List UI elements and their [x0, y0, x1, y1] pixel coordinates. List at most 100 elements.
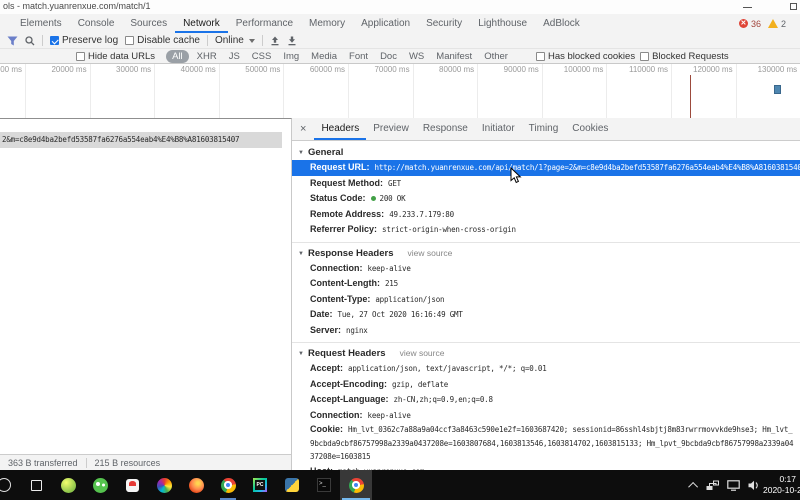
header-row-accept-encoding-: Accept-Encoding:gzip, deflate — [292, 377, 800, 393]
taskbar-app-chrome[interactable] — [212, 470, 244, 500]
header-row-connection-: Connection:keep-alive — [292, 261, 800, 277]
error-icon: ✕ — [739, 19, 748, 28]
filter-pill-font[interactable]: Font — [345, 51, 372, 62]
minimize-button[interactable] — [743, 7, 752, 8]
resources-summary: 215 B resources — [87, 458, 169, 468]
maximize-button[interactable] — [790, 3, 797, 10]
details-tab-response[interactable]: Response — [416, 118, 475, 140]
details-tab-initiator[interactable]: Initiator — [475, 118, 522, 140]
disable-cache-checkbox[interactable]: Disable cache — [125, 35, 200, 46]
checkbox-unchecked-icon — [536, 52, 545, 61]
details-tab-cookies[interactable]: Cookies — [565, 118, 615, 140]
window-title: ols - match.yuanrenxue.com/match/1 — [3, 1, 151, 11]
throttling-dropdown[interactable]: Online — [215, 35, 255, 46]
filter-pill-media[interactable]: Media — [307, 51, 341, 62]
header-name: Content-Type: — [310, 294, 370, 304]
header-row-server-: Server:nginx — [292, 323, 800, 339]
network-tray-icon[interactable] — [706, 480, 719, 491]
filter-pill-img[interactable]: Img — [279, 51, 303, 62]
details-tab-headers[interactable]: Headers — [314, 118, 366, 140]
cortana-search-button[interactable] — [0, 470, 20, 500]
taskbar-app-firefox[interactable] — [180, 470, 212, 500]
taskbar-clock-time[interactable]: 0:17 — [763, 474, 796, 484]
console-badges[interactable]: ✕ 36 2 — [739, 19, 800, 29]
filter-pill-ws[interactable]: WS — [405, 51, 428, 62]
tab-adblock[interactable]: AdBlock — [535, 14, 588, 33]
header-name: Accept: — [310, 363, 343, 373]
preserve-log-checkbox[interactable]: Preserve log — [50, 35, 118, 46]
hide-data-urls-checkbox[interactable]: Hide data URLs — [76, 51, 155, 62]
header-row-request-url: Request URL:http://match.yuanrenxue.com/… — [292, 160, 800, 176]
header-value: 215 — [385, 279, 398, 288]
taskbar-clock-date[interactable]: 2020-10-2 — [763, 485, 800, 495]
preserve-log-label: Preserve log — [62, 35, 118, 46]
devtools-tabs: ElementsConsoleSourcesNetworkPerformance… — [12, 14, 588, 33]
tab-console[interactable]: Console — [70, 14, 123, 33]
section-divider — [292, 242, 800, 243]
header-row-request-method: Request Method:GET — [292, 176, 800, 192]
filter-pill-other[interactable]: Other — [480, 51, 512, 62]
taskbar-app-chrome-active[interactable] — [340, 470, 372, 500]
tab-application[interactable]: Application — [353, 14, 418, 33]
terminal-icon — [317, 478, 331, 492]
window-titlebar: ols - match.yuanrenxue.com/match/1 — [0, 0, 800, 15]
task-view-button[interactable] — [20, 470, 52, 500]
tab-security[interactable]: Security — [418, 14, 470, 33]
search-icon[interactable] — [25, 36, 35, 46]
volume-tray-icon[interactable] — [748, 480, 760, 491]
header-name: Status Code: — [310, 193, 366, 203]
header-value: keep-alive — [368, 264, 411, 273]
header-row-content-length-: Content-Length:215 — [292, 276, 800, 292]
taskbar-app-redwhite[interactable] — [116, 470, 148, 500]
header-row-cookie-: Cookie:Hm_lvt_0362c7a88a9a04ccf3a8463c59… — [292, 423, 800, 464]
chrome-icon — [349, 478, 364, 493]
taskbar-app-green[interactable] — [52, 470, 84, 500]
taskbar-app-colorwheel[interactable] — [148, 470, 180, 500]
general-section-title[interactable]: ▼General — [292, 144, 800, 160]
taskbar-app-python[interactable] — [276, 470, 308, 500]
tab-memory[interactable]: Memory — [301, 14, 353, 33]
toolbar-separator — [207, 35, 208, 46]
close-icon[interactable]: × — [292, 118, 314, 140]
taskbar-app-terminal[interactable] — [308, 470, 340, 500]
filter-pill-doc[interactable]: Doc — [376, 51, 401, 62]
tab-lighthouse[interactable]: Lighthouse — [470, 14, 535, 33]
pycharm-icon — [253, 478, 267, 492]
details-tab-timing[interactable]: Timing — [522, 118, 566, 140]
response-headers-section-title[interactable]: ▼Response Headersview source — [292, 245, 800, 261]
view-source-link[interactable]: view source — [408, 248, 453, 258]
display-tray-icon[interactable] — [727, 480, 740, 491]
blocked-requests-checkbox[interactable]: Blocked Requests — [640, 51, 729, 62]
header-row-status-code: Status Code:200 OK — [292, 191, 800, 207]
taskbar-app-pycharm[interactable] — [244, 470, 276, 500]
header-name: Cookie: — [310, 424, 343, 434]
tab-elements[interactable]: Elements — [12, 14, 70, 33]
hidden-icons-chevron-icon[interactable] — [688, 481, 698, 491]
header-value: http://match.yuanrenxue.com/api/match/1?… — [375, 163, 800, 172]
status-green-dot-icon — [371, 196, 376, 201]
filter-pill-css[interactable]: CSS — [248, 51, 276, 62]
view-source-link[interactable]: view source — [400, 348, 445, 358]
disable-cache-label: Disable cache — [137, 35, 200, 46]
tab-network[interactable]: Network — [175, 14, 228, 33]
tab-performance[interactable]: Performance — [228, 14, 301, 33]
windows-taskbar: 0:17 2020-10-2 — [0, 470, 800, 500]
network-overview[interactable]: 10000 ms20000 ms30000 ms40000 ms50000 ms… — [0, 64, 800, 119]
request-row-selected[interactable]: 2&m=c8e9d4ba2befd53587fa6276a554eab4%E4%… — [0, 132, 282, 148]
filter-pill-manifest[interactable]: Manifest — [432, 51, 476, 62]
filter-funnel-icon[interactable] — [7, 36, 18, 46]
import-har-icon[interactable] — [270, 36, 280, 46]
filter-pill-xhr[interactable]: XHR — [193, 51, 221, 62]
export-har-icon[interactable] — [287, 36, 297, 46]
transferred-summary: 363 B transferred — [0, 458, 86, 468]
filter-pill-js[interactable]: JS — [225, 51, 244, 62]
header-value: application/json, text/javascript, */*; … — [348, 364, 547, 373]
request-headers-section-title[interactable]: ▼Request Headersview source — [292, 345, 800, 361]
filter-pill-all[interactable]: All — [166, 50, 189, 63]
toolbar-separator — [42, 35, 43, 46]
details-tab-preview[interactable]: Preview — [366, 118, 416, 140]
header-row-accept-: Accept: application/json, text/javascript… — [292, 361, 800, 377]
taskbar-app-wechat[interactable] — [84, 470, 116, 500]
has-blocked-cookies-checkbox[interactable]: Has blocked cookies — [536, 51, 635, 62]
tab-sources[interactable]: Sources — [122, 14, 175, 33]
